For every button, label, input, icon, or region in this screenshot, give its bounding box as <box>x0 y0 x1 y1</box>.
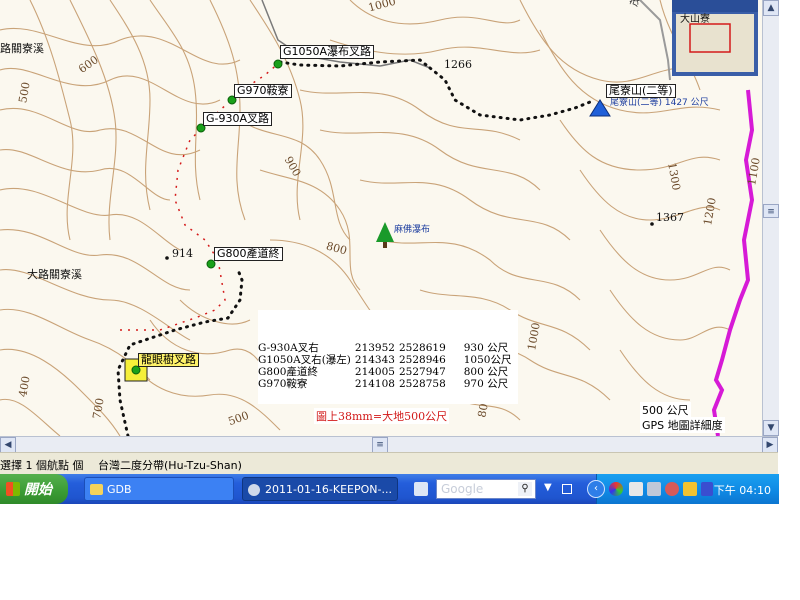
waypoint-g930a[interactable]: G-930A叉路 <box>203 112 273 126</box>
search-box[interactable]: Google ⚲ <box>436 479 536 499</box>
tray-icon[interactable] <box>647 482 661 496</box>
elevation-label: 914 <box>172 247 193 260</box>
taskbar-item-label: GDB <box>107 483 132 496</box>
start-label: 開始 <box>24 482 52 498</box>
label-da-lu-guan-liao-xi: 大路關寮溪 <box>27 268 82 281</box>
tray-icon[interactable] <box>629 482 643 496</box>
folder-icon <box>90 484 103 495</box>
taskbar-item-label: 2011-01-16-KEEPON-... <box>265 483 392 496</box>
waypoint-table-row: G800產道終 214005 2527947 800 公尺 <box>258 366 515 378</box>
elevation-label: 1367 <box>656 211 684 224</box>
label-peak: 尾寮山(二等) 1427 公尺 <box>610 98 709 108</box>
waypoint-name-cell: G800產道終 <box>258 366 318 378</box>
dropdown-arrow-icon[interactable]: ▼ <box>544 482 552 493</box>
waypoint-info-panel: G-930A叉右 213952 2528619 930 公尺 G1050A叉右(瀑左) 2… <box>258 310 518 404</box>
scroll-down-button[interactable]: ▼ <box>763 420 779 436</box>
label-guoshan: 大山寮 <box>680 14 710 25</box>
windows-logo-icon <box>6 482 20 496</box>
waypoint-x-cell: 214005 <box>354 366 395 378</box>
horizontal-scrollbar[interactable]: ◀ ≡ ▶ <box>0 436 778 453</box>
scroll-right-button[interactable]: ▶ <box>762 437 778 453</box>
scroll-up-button[interactable]: ▲ <box>763 0 779 16</box>
waypoint-coordinate-table: G-930A叉右 213952 2528619 930 公尺 G1050A叉右(瀑左) 2… <box>258 342 515 390</box>
waypoint-name-cell: G970鞍寮 <box>258 378 308 390</box>
label-waterfall: 麻佛瀑布 <box>394 225 431 235</box>
scale-note: 圖上38mm=大地500公尺 <box>314 408 450 424</box>
waypoint-y-cell: 2528758 <box>398 378 446 390</box>
waypoint-peak[interactable]: 尾寮山(二等) <box>606 84 676 98</box>
search-icon[interactable]: ⚲ <box>518 482 532 496</box>
elevation-label: 1266 <box>444 58 472 71</box>
start-button[interactable]: 開始 <box>0 474 68 504</box>
vertical-scrollbar[interactable]: ▲ ≡ ▼ <box>762 0 779 436</box>
elevation-label: 80 <box>475 402 491 419</box>
waypoint-elev-cell: 930 公尺 <box>463 342 509 354</box>
app-icon <box>248 484 260 496</box>
scroll-left-button[interactable]: ◀ <box>0 437 16 453</box>
waypoint-elev-cell: 970 公尺 <box>463 378 509 390</box>
tray-icon[interactable] <box>683 482 697 496</box>
waypoint-junction[interactable]: 龍眼樹叉路 <box>138 353 199 367</box>
search-placeholder: Google <box>441 482 484 496</box>
status-bar: 選擇 1 個航點 個 台灣二度分帶(Hu-Tzu-Shan) <box>0 452 778 475</box>
taskbar-item-gdb[interactable]: GDB <box>84 477 234 501</box>
waypoint-table-row: G1050A叉右(瀑左) 214343 2528946 1050公尺 <box>258 354 515 366</box>
clock: 下午 04:10 <box>713 484 771 497</box>
tray-icon[interactable] <box>665 482 679 496</box>
waypoint-x-cell: 214108 <box>354 378 395 390</box>
map-detail-label: GPS 地圖詳細度 <box>640 417 725 433</box>
waypoint-elev-cell: 1050公尺 <box>463 354 512 366</box>
label-lu-guan-liao-xi: 路關寮溪 <box>0 42 44 55</box>
tray-icon[interactable] <box>609 482 623 496</box>
waypoint-x-cell: 214343 <box>354 354 395 366</box>
waypoint-table-row: G-930A叉右 213952 2528619 930 公尺 <box>258 342 515 354</box>
status-selection: 選擇 1 個航點 個 <box>0 459 84 472</box>
waypoint-g970[interactable]: G970鞍寮 <box>234 84 292 98</box>
system-tray: ‹ 下午 04:10 <box>587 474 779 504</box>
window-icon[interactable] <box>562 484 572 494</box>
scroll-thumb-horizontal[interactable]: ≡ <box>372 437 388 453</box>
map-canvas[interactable]: 路關寮溪 大路關寮溪 麻佛瀑布 尾寮山(二等) 1427 公尺 茂林林道 大山寮… <box>0 0 762 436</box>
waypoint-y-cell: 2527947 <box>398 366 446 378</box>
taskbar: 開始 GDB 2011-01-16-KEEPON-... Google ⚲ ▼ … <box>0 474 779 504</box>
waypoint-table-row: G970鞍寮 214108 2528758 970 公尺 <box>258 378 515 390</box>
tray-icon[interactable] <box>701 482 713 496</box>
status-projection: 台灣二度分帶(Hu-Tzu-Shan) <box>98 459 242 472</box>
waypoint-y-cell: 2528619 <box>398 342 446 354</box>
waypoint-name-cell: G-930A叉右 <box>258 342 319 354</box>
scroll-thumb[interactable]: ≡ <box>763 204 779 218</box>
calendar-icon[interactable] <box>414 482 428 496</box>
waypoint-g1050a[interactable]: G1050A瀑布叉路 <box>280 45 375 59</box>
waypoint-x-cell: 213952 <box>354 342 395 354</box>
tray-expand-icon[interactable]: ‹ <box>587 480 605 498</box>
taskbar-item-keepon[interactable]: 2011-01-16-KEEPON-... <box>242 477 398 501</box>
waypoint-elev-cell: 800 公尺 <box>463 366 509 378</box>
waypoint-y-cell: 2528946 <box>398 354 446 366</box>
waypoint-name-cell: G1050A叉右(瀑左) <box>258 354 351 366</box>
scale-bar-label: 500 公尺 <box>640 402 691 418</box>
waypoint-g800[interactable]: G800產道終 <box>214 247 283 261</box>
